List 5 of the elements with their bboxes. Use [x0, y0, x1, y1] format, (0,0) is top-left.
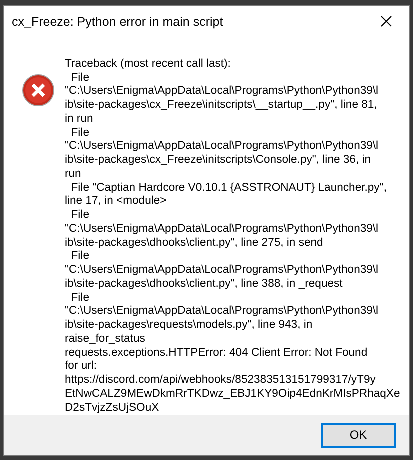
ok-button[interactable]: OK: [321, 422, 396, 448]
error-icon: [22, 74, 55, 107]
error-message: Traceback (most recent call last): File "C:\Users\Enigma\AppData\Local\Programs\Python\Python39\l ib\site-packages\cx_Freeze\initscripts\__startup__.py", line 81, in run File "C:\Users\Enigma\AppData\Local\Programs\Python\Python39\l ib\site-packages\cx_Freeze\initscripts\Console.py", line 36, in run File "Captian Hardcore V0.10.1 {ASSTRONAUT} Launcher.py", line 17, in <module> File "C:\Users\Enigma\AppData\Local\Programs\Python\Python39\l ib\site-packages\dhooks\client.py", line 275, in send File "C:\Users\Enigma\AppData\Local\Programs\Python\Python39\l ib\site-packages\dhooks\client.py", line 388, in _request File "C:\Users\Enigma\AppData\Local\Programs\Python\Python39\l ib\site-packages\requests\models.py", line 943, in raise_for_status requests.exceptions.HTTPError: 404 Client Error: Not Found for url: https://discord.com/api/webhooks/852383513151799317/yT9y EtNwCALZ9MEwDkmRrTKDwz_EBJ1KY9Oip4EdnKrMIsPRhaqXe D2sTvjzZsUjSOuX: [65, 58, 400, 416]
window-title: cx_Freeze: Python error in main script: [12, 14, 224, 31]
close-icon: [380, 16, 392, 28]
